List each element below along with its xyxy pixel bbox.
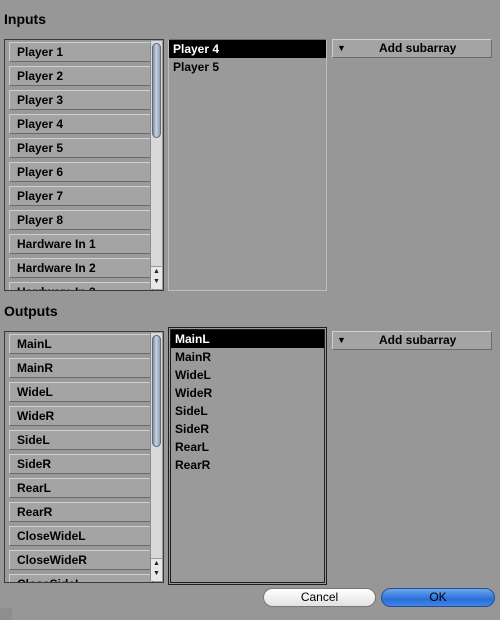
- outputs-available-list[interactable]: MainL MainR WideL WideR SideL SideR RearL RearR…: [4, 331, 164, 583]
- list-item[interactable]: RearL: [9, 478, 153, 498]
- list-item[interactable]: WideR: [9, 406, 153, 426]
- list-item[interactable]: SideL: [9, 430, 153, 450]
- inputs-scrollbar[interactable]: ▲ ▼: [150, 41, 162, 289]
- selected-item[interactable]: WideL: [171, 366, 324, 384]
- cancel-button[interactable]: Cancel: [263, 588, 376, 607]
- selected-item[interactable]: MainR: [171, 348, 324, 366]
- scroll-up-icon[interactable]: ▲: [151, 267, 162, 277]
- selected-item[interactable]: MainL: [171, 330, 324, 348]
- inputs-available-items: Player 1 Player 2 Player 3 Player 4 Player 5…: [9, 42, 153, 290]
- add-subarray-label: Add subarray: [379, 41, 457, 55]
- inputs-scroll-arrows: ▲ ▼: [151, 266, 162, 289]
- selected-item[interactable]: WideR: [171, 384, 324, 402]
- list-item[interactable]: Hardware In 2: [9, 258, 153, 278]
- inputs-selected-list[interactable]: Player 4 Player 5: [168, 39, 327, 291]
- outputs-title: Outputs: [4, 303, 58, 319]
- triangle-down-icon: ▼: [337, 43, 346, 53]
- outputs-add-subarray-button[interactable]: ▼ Add subarray: [332, 331, 492, 350]
- list-item[interactable]: WideL: [9, 382, 153, 402]
- selected-item[interactable]: RearL: [171, 438, 324, 456]
- list-item[interactable]: Player 5: [9, 138, 153, 158]
- list-item[interactable]: Hardware In 3: [9, 282, 153, 290]
- list-item[interactable]: Player 1: [9, 42, 153, 62]
- inputs-scroll-thumb[interactable]: [152, 43, 161, 138]
- list-item[interactable]: Player 7: [9, 186, 153, 206]
- list-item[interactable]: Hardware In 1: [9, 234, 153, 254]
- outputs-selected-list[interactable]: MainL MainR WideL WideR SideL SideR RearL RearR: [168, 327, 327, 585]
- list-item[interactable]: Player 3: [9, 90, 153, 110]
- selected-item[interactable]: SideL: [171, 402, 324, 420]
- list-item[interactable]: CloseWideR: [9, 550, 153, 570]
- outputs-scroll-thumb[interactable]: [152, 335, 161, 447]
- outputs-scrollbar[interactable]: ▲ ▼: [150, 333, 162, 581]
- inputs-available-list[interactable]: Player 1 Player 2 Player 3 Player 4 Player 5…: [4, 39, 164, 291]
- scroll-up-icon[interactable]: ▲: [151, 559, 162, 569]
- list-item[interactable]: Player 8: [9, 210, 153, 230]
- scroll-down-icon[interactable]: ▼: [151, 569, 162, 579]
- inputs-title: Inputs: [4, 11, 46, 27]
- ok-button[interactable]: OK: [381, 588, 495, 607]
- inputs-add-subarray-button[interactable]: ▼ Add subarray: [332, 39, 492, 58]
- list-item[interactable]: MainL: [9, 334, 153, 354]
- list-item[interactable]: SideR: [9, 454, 153, 474]
- outputs-scroll-arrows: ▲ ▼: [151, 558, 162, 581]
- list-item[interactable]: RearR: [9, 502, 153, 522]
- selected-item[interactable]: Player 4: [169, 40, 326, 58]
- selected-item[interactable]: SideR: [171, 420, 324, 438]
- resize-handle[interactable]: [0, 608, 12, 620]
- outputs-available-items: MainL MainR WideL WideR SideL SideR RearL RearR…: [9, 334, 153, 582]
- add-subarray-label: Add subarray: [379, 333, 457, 347]
- list-item[interactable]: CloseSideL: [9, 574, 153, 582]
- list-item[interactable]: Player 2: [9, 66, 153, 86]
- list-item[interactable]: Player 6: [9, 162, 153, 182]
- list-item[interactable]: CloseWideL: [9, 526, 153, 546]
- scroll-down-icon[interactable]: ▼: [151, 277, 162, 287]
- selected-item[interactable]: Player 5: [169, 58, 326, 76]
- selected-item[interactable]: RearR: [171, 456, 324, 474]
- triangle-down-icon: ▼: [337, 335, 346, 345]
- list-item[interactable]: MainR: [9, 358, 153, 378]
- list-item[interactable]: Player 4: [9, 114, 153, 134]
